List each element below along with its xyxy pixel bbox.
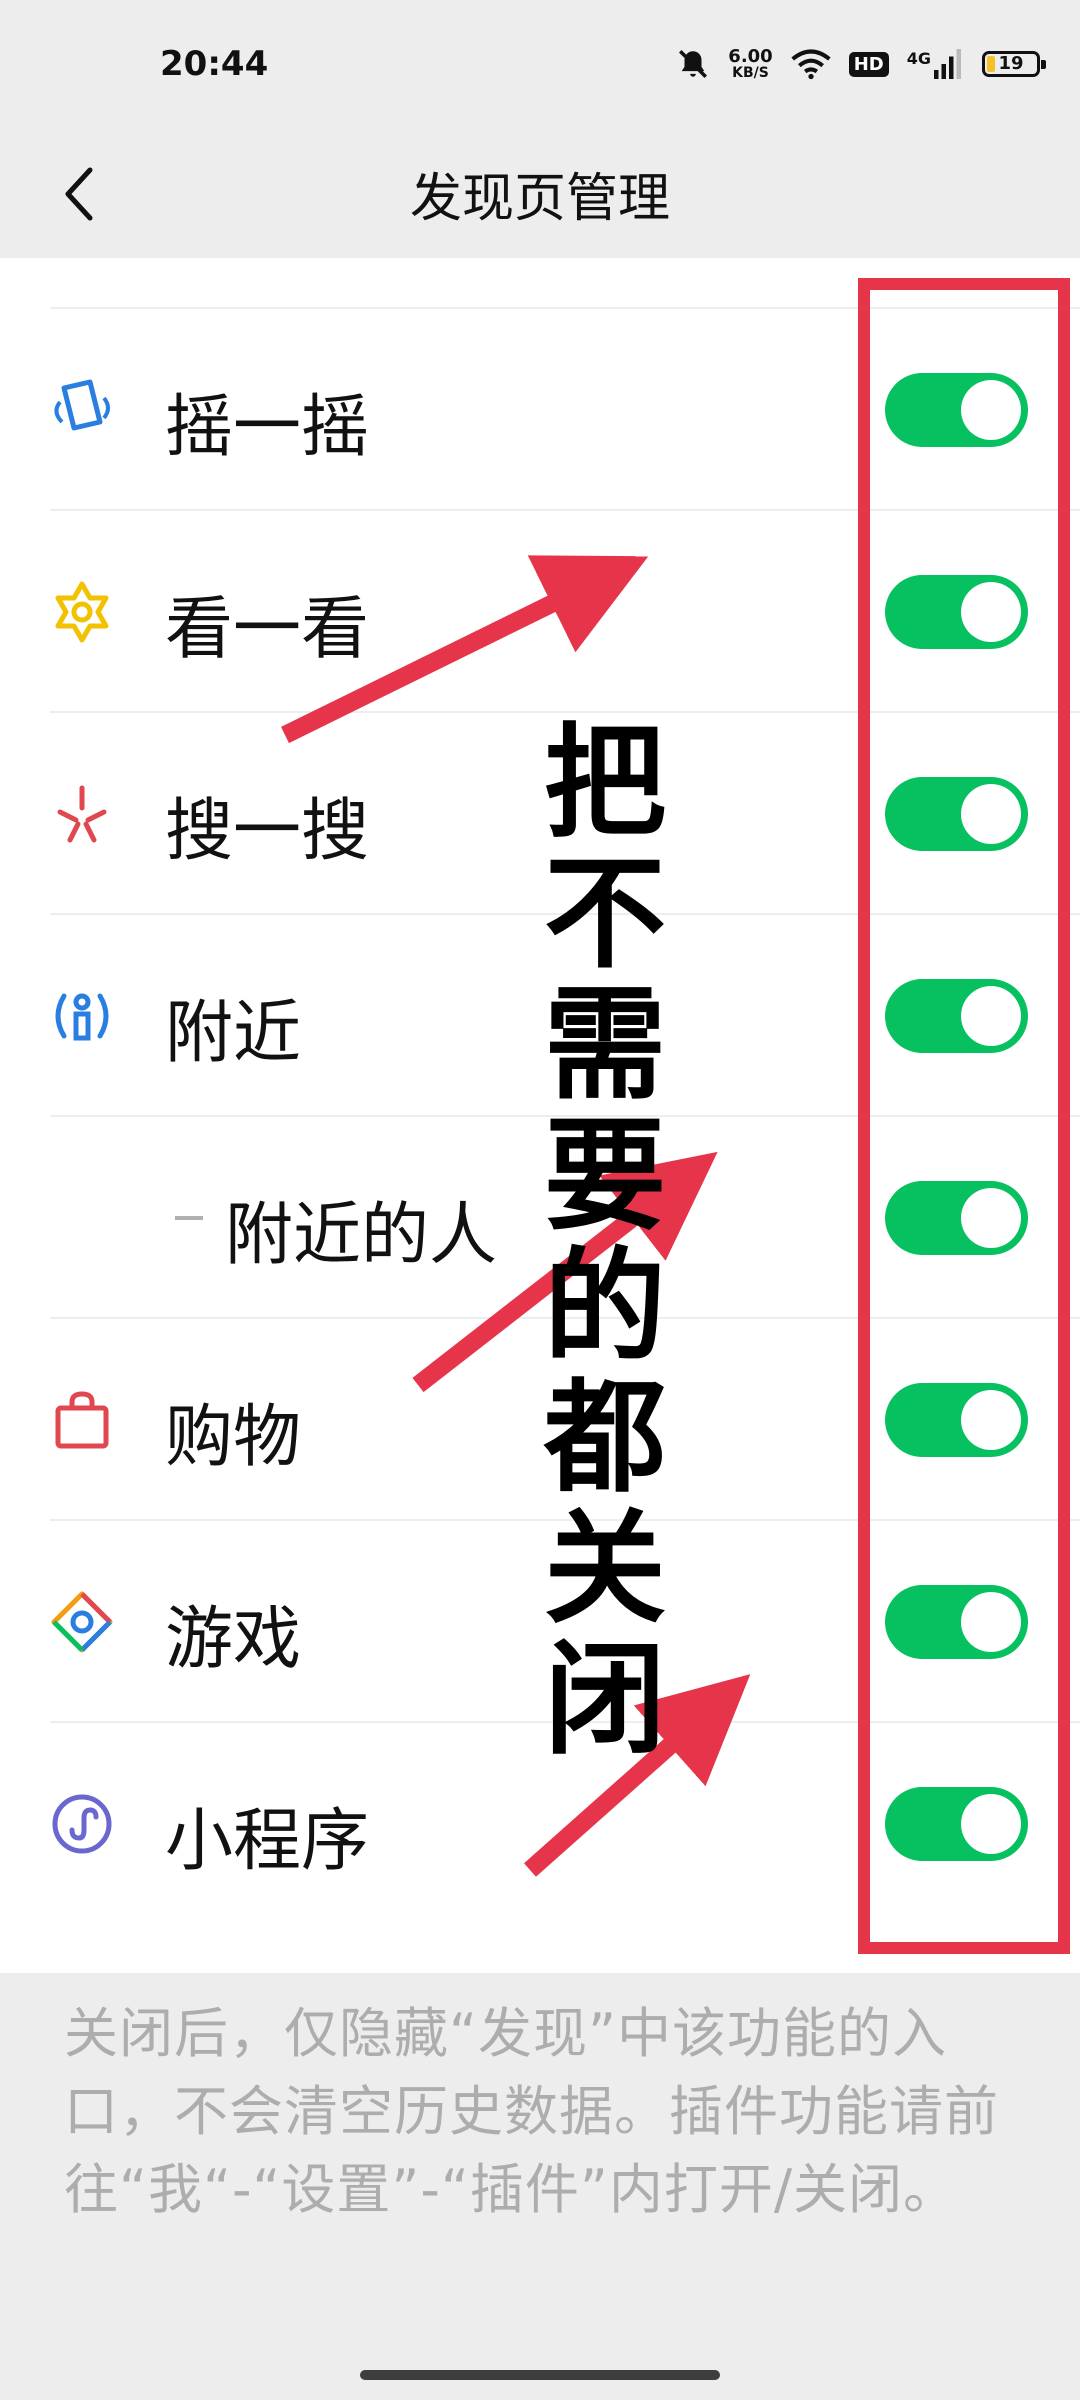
signal-bars-icon <box>934 49 961 79</box>
nearby-icon <box>55 993 109 1041</box>
top-stories-icon <box>55 581 109 643</box>
mini-program-icon <box>52 1794 112 1854</box>
page-title: 发现页管理 <box>409 169 670 229</box>
item-label: 附近 <box>165 994 302 1073</box>
item-label: 搜一搜 <box>165 792 370 871</box>
item-label: 游戏 <box>165 1600 302 1679</box>
annotation-text: 把不需要的都关闭 <box>544 712 666 1771</box>
battery-indicator: 19 <box>982 51 1046 77</box>
cellular-signal: 4G <box>907 49 964 79</box>
item-label: 摇一摇 <box>165 388 370 467</box>
footer-note: 关闭后，仅隐藏“发现”中该功能的入口，不会清空历史数据。插件功能请前往“我“-“… <box>64 2002 999 2221</box>
nav-bar: 发现页管理 <box>0 130 1080 258</box>
sub-item-dash <box>175 1216 203 1220</box>
shopping-bag-icon <box>55 1391 109 1449</box>
item-label: 看一看 <box>165 590 370 669</box>
item-label: 购物 <box>165 1398 302 1477</box>
network-speed: 6.00 KB/S <box>728 46 773 81</box>
status-icons: 6.00 KB/S HD 4G 19 <box>676 42 1046 86</box>
shake-icon <box>54 379 110 431</box>
item-label: 小程序 <box>165 1802 370 1881</box>
search-icon <box>57 785 107 843</box>
status-bar: 20:44 6.00 KB/S HD 4G 19 <box>0 0 1080 130</box>
wifi-icon <box>791 49 831 80</box>
item-label: 扫一扫 <box>165 258 369 268</box>
item-label: 附近的人 <box>225 1196 498 1275</box>
game-icon <box>51 1591 113 1653</box>
home-indicator <box>360 2370 720 2380</box>
mute-bell-icon <box>679 49 708 79</box>
network-type: 4G <box>906 49 931 68</box>
hd-badge: HD <box>848 51 889 77</box>
status-time: 20:44 <box>160 44 269 84</box>
annotation-highlight-box <box>858 278 1070 1954</box>
